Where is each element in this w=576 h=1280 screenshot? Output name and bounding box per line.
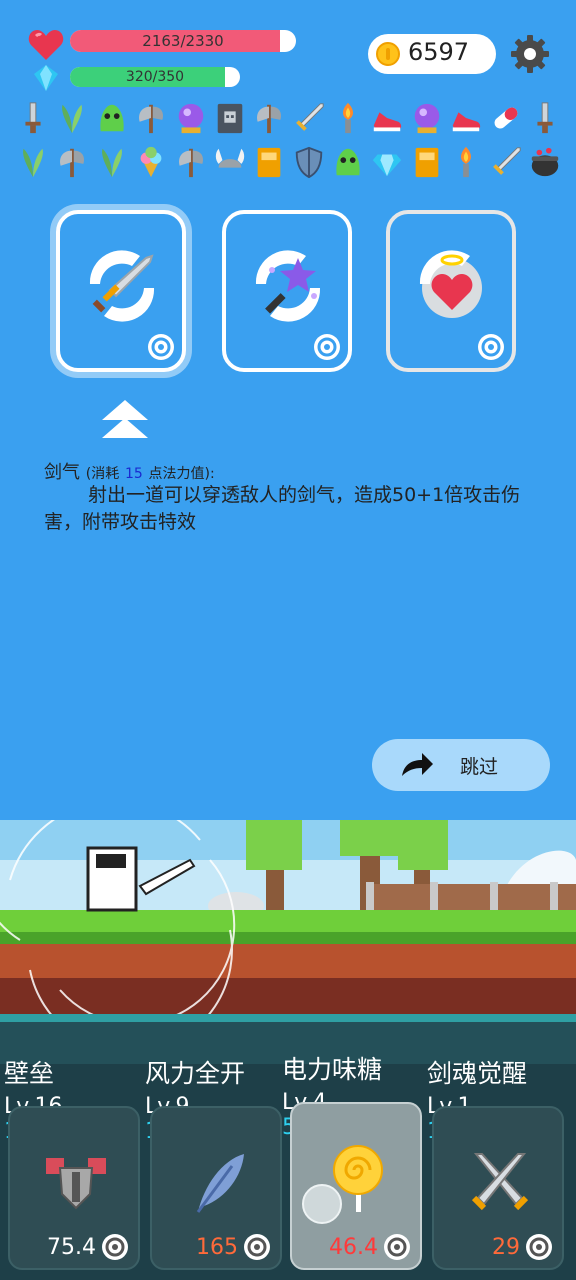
pill-icon bbox=[489, 100, 523, 136]
panel-edge bbox=[0, 1014, 576, 1022]
sneaker-icon bbox=[370, 100, 404, 136]
upgrade-slot-full-wind[interactable]: 165 bbox=[150, 1106, 282, 1270]
crossed-swords-icon bbox=[471, 1153, 529, 1211]
reroll-icon[interactable] bbox=[312, 332, 342, 362]
sneaker-icon bbox=[449, 100, 483, 136]
sword-qi-skill-card[interactable] bbox=[56, 210, 186, 372]
reroll-icon[interactable] bbox=[146, 332, 176, 362]
ice-cream-icon bbox=[134, 144, 168, 180]
upgrade-slot-sword-soul[interactable]: 29 bbox=[432, 1106, 564, 1270]
shield-icon bbox=[292, 144, 326, 180]
mana-cost-open: (消耗 bbox=[85, 466, 120, 482]
sword-icon bbox=[292, 100, 326, 136]
slime-icon bbox=[331, 144, 365, 180]
inventory-items bbox=[16, 100, 562, 188]
redo-arrow-icon bbox=[402, 753, 433, 776]
spiral-upgrade-icon bbox=[526, 1234, 552, 1260]
sword-qi-icon bbox=[89, 250, 155, 322]
axe-icon bbox=[55, 144, 89, 180]
viking-helmet-icon bbox=[213, 144, 247, 180]
settings-gear-icon[interactable] bbox=[510, 34, 550, 74]
crystal-ball-icon bbox=[410, 100, 444, 136]
armor-icon bbox=[46, 1158, 106, 1210]
mp-text: 320/350 bbox=[125, 69, 185, 85]
sword-icon bbox=[489, 144, 523, 180]
mana-cost-close: 点法力值): bbox=[148, 466, 215, 482]
tome-icon bbox=[252, 144, 286, 180]
axe-icon bbox=[252, 100, 286, 136]
magic-wand-icon bbox=[255, 250, 321, 322]
dagger-icon bbox=[528, 100, 562, 136]
skill-title: 剑气 (消耗 15 点法力值): bbox=[44, 458, 215, 484]
upgrade-value: 29 bbox=[492, 1235, 520, 1260]
holy-heart-skill-card[interactable] bbox=[386, 210, 516, 372]
fence bbox=[366, 882, 576, 912]
double-chevron-up-icon bbox=[102, 400, 148, 438]
torch-icon bbox=[331, 100, 365, 136]
mana-cost-value: 15 bbox=[124, 466, 143, 482]
dagger-icon bbox=[16, 100, 50, 136]
torch-icon bbox=[449, 144, 483, 180]
upgrade-name: 风力全开 bbox=[145, 1059, 246, 1088]
skill-description: 射出一道可以穿透敌人的剑气，造成50+1倍攻击伤害，附带攻击特效 bbox=[44, 484, 521, 533]
hp-bar: 2163/2330 bbox=[70, 30, 296, 52]
gold-counter: 6597 bbox=[368, 34, 496, 74]
upgrade-name: 剑魂觉醒 bbox=[427, 1059, 528, 1088]
spiral-upgrade-icon bbox=[244, 1234, 270, 1260]
skill-name: 剑气 bbox=[44, 462, 80, 483]
axe-icon bbox=[134, 100, 168, 136]
upgrade-slot-bastion[interactable]: 75.4 bbox=[8, 1106, 140, 1270]
herb-icon bbox=[55, 100, 89, 136]
tome-icon bbox=[410, 144, 444, 180]
spellbook-icon bbox=[213, 100, 247, 136]
feather-icon bbox=[196, 1154, 244, 1213]
skip-label: 跳过 bbox=[460, 756, 499, 778]
inventory-row bbox=[16, 144, 562, 184]
herb-icon bbox=[95, 144, 129, 180]
diamond-icon bbox=[370, 144, 404, 180]
lollipop-icon bbox=[333, 1145, 383, 1212]
game-scene bbox=[0, 820, 576, 1020]
upgrade-name: 壁垒 bbox=[4, 1059, 55, 1088]
inventory-row bbox=[16, 100, 562, 140]
gold-amount: 6597 bbox=[408, 38, 470, 66]
cauldron-icon bbox=[528, 144, 562, 180]
heart-icon bbox=[28, 28, 64, 62]
upgrade-value: 46.4 bbox=[329, 1235, 378, 1260]
skip-button[interactable]: 跳过 bbox=[372, 739, 550, 791]
slime-icon bbox=[95, 100, 129, 136]
herb-icon bbox=[16, 144, 50, 180]
reroll-icon[interactable] bbox=[476, 332, 506, 362]
crystal-ball-icon bbox=[174, 100, 208, 136]
mp-bar: 320/350 bbox=[70, 67, 240, 87]
coin-icon bbox=[376, 42, 400, 66]
spiral-upgrade-icon bbox=[102, 1234, 128, 1260]
mana-crystal-icon bbox=[32, 64, 60, 92]
upgrade-slot-electric-candy[interactable]: 46.4 bbox=[290, 1102, 422, 1270]
axe-icon bbox=[174, 144, 208, 180]
upgrade-value: 75.4 bbox=[47, 1235, 96, 1260]
upgrade-value: 165 bbox=[196, 1235, 238, 1260]
hp-text: 2163/2330 bbox=[142, 32, 224, 50]
holy-heart-icon bbox=[419, 250, 482, 318]
upgrade-name: 电力味糖 bbox=[282, 1055, 383, 1084]
magic-wand-skill-card[interactable] bbox=[222, 210, 352, 372]
spiral-upgrade-icon bbox=[384, 1234, 410, 1260]
